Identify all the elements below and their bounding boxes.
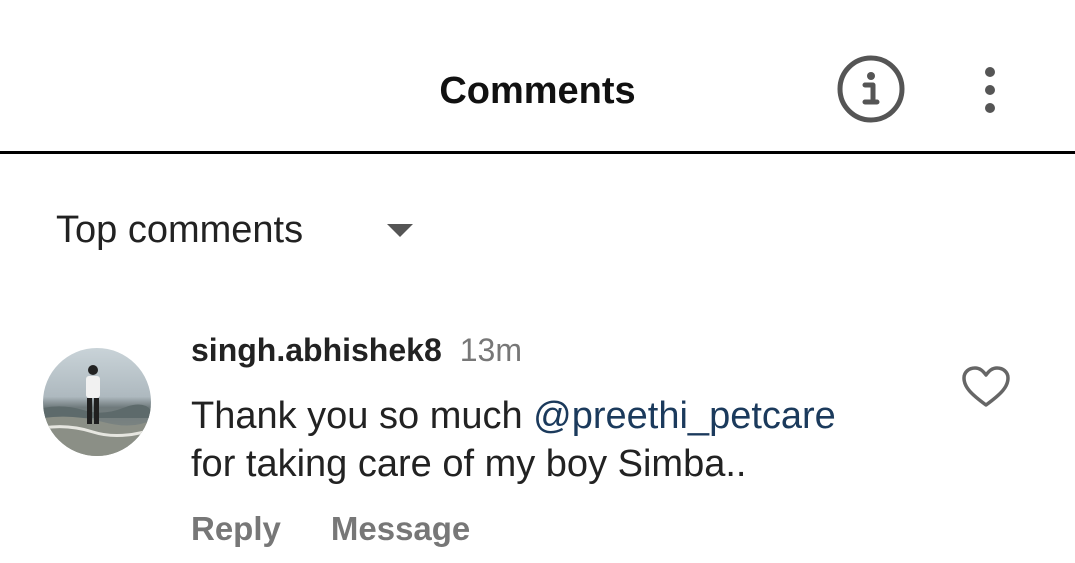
sort-dropdown[interactable]: Top comments: [56, 200, 415, 260]
more-options-button[interactable]: [970, 60, 1010, 120]
caret-down-icon: [385, 220, 415, 240]
info-button[interactable]: [836, 54, 906, 124]
avatar[interactable]: [43, 348, 151, 456]
comment-text-part: Thank you so much: [191, 395, 534, 437]
page-title: Comments: [439, 70, 636, 112]
message-button[interactable]: Message: [331, 510, 470, 548]
comment-time: 13m: [459, 332, 522, 368]
sort-label: Top comments: [56, 209, 304, 251]
more-vertical-icon: [985, 67, 995, 113]
comment-meta: singh.abhishek8 13m: [191, 332, 522, 372]
mention-link[interactable]: @preethi_petcare: [533, 395, 836, 437]
comment-actions: Reply Message: [191, 510, 470, 548]
like-button[interactable]: [960, 364, 1012, 410]
header: Comments: [0, 0, 1075, 154]
comment-text: Thank you so much @preethi_petcare for t…: [191, 392, 931, 488]
comment-item: singh.abhishek8 13m Thank you so much @p…: [0, 330, 1075, 560]
comment-text-part: for taking care of my boy Simba..: [191, 443, 747, 485]
username[interactable]: singh.abhishek8: [191, 332, 442, 369]
heart-outline-icon: [962, 366, 1010, 407]
reply-button[interactable]: Reply: [191, 510, 281, 548]
info-circle-icon: [837, 55, 905, 123]
